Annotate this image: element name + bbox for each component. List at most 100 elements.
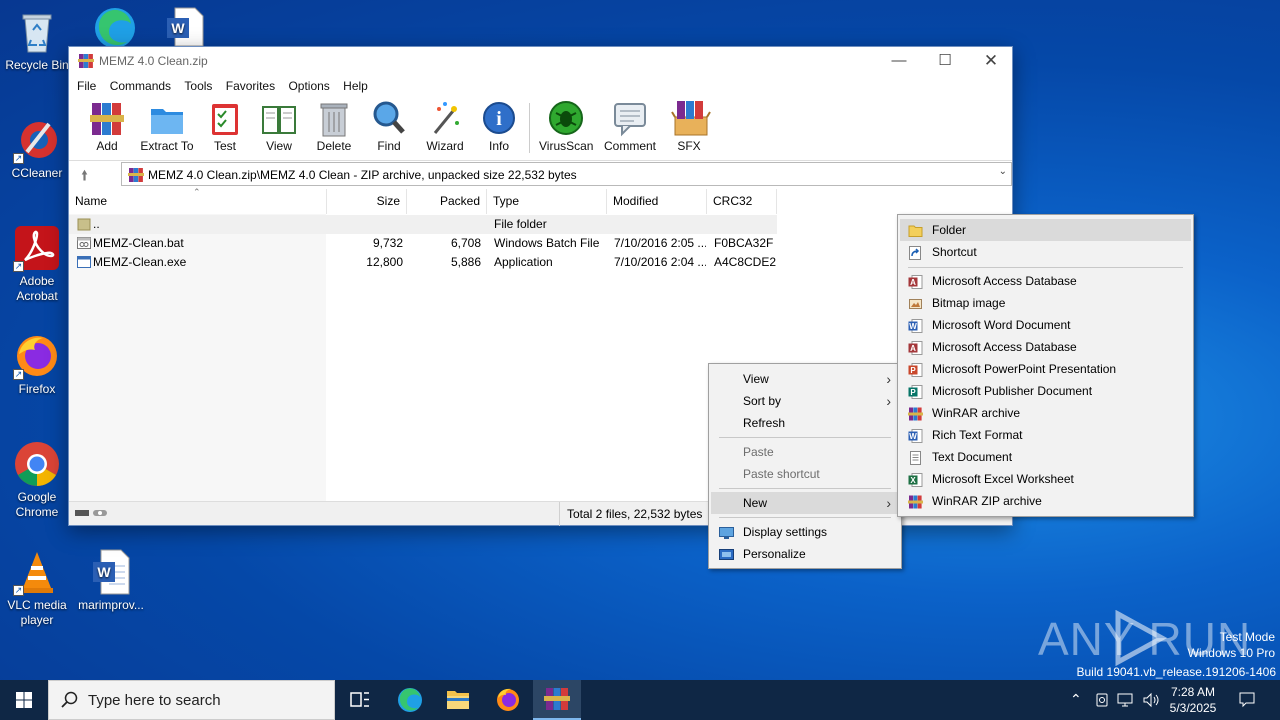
svg-text:W: W [909, 432, 917, 441]
menu-item-new-powerpoint[interactable]: P Microsoft PowerPoint Presentation [900, 358, 1191, 380]
desktop-icon-recycle-bin[interactable]: Recycle Bin [0, 8, 74, 73]
view-label: View [266, 139, 292, 153]
menu-item-new-rich-text[interactable]: W Rich Text Format [900, 424, 1191, 446]
drive-icon [75, 507, 111, 522]
wizard-button[interactable]: Wizard [423, 97, 467, 153]
menu-item-new-shortcut[interactable]: Shortcut [900, 241, 1191, 263]
taskbar-file-explorer[interactable] [434, 680, 482, 720]
table-row[interactable]: MEMZ-Clean.exe 12,800 5,886 Application … [69, 253, 777, 272]
maximize-button[interactable]: ☐ [922, 47, 968, 75]
file-packed: 6,708 [450, 236, 481, 250]
menu-item-paste[interactable]: Paste [711, 441, 899, 463]
minimize-button[interactable]: — [876, 47, 922, 75]
menu-item-paste-shortcut[interactable]: Paste shortcut [711, 463, 899, 485]
winrar-icon [908, 494, 923, 509]
publisher-icon: P [908, 384, 923, 399]
file-size: 9,732 [372, 236, 403, 250]
add-button[interactable]: Add [87, 97, 127, 153]
device-icon[interactable] [1094, 692, 1110, 720]
menu-item-new[interactable]: New › [711, 492, 899, 514]
menu-item-new-word-document[interactable]: W Microsoft Word Document [900, 314, 1191, 336]
menu-separator [719, 517, 891, 518]
start-button[interactable] [0, 680, 48, 720]
menu-item-new-access-database[interactable]: A Microsoft Access Database [900, 270, 1191, 292]
menu-options[interactable]: Options [283, 75, 334, 97]
column-header-packed[interactable]: Packed [407, 189, 487, 214]
column-header-size[interactable]: Size [327, 189, 407, 214]
menu-help[interactable]: Help [338, 75, 373, 97]
windows-logo-icon [16, 692, 32, 708]
menu-item-view[interactable]: View › [711, 368, 899, 390]
folder-icon [447, 691, 469, 709]
shortcut-arrow-icon: ↗ [13, 153, 24, 164]
test-button[interactable]: Test [207, 97, 243, 153]
title-bar[interactable]: MEMZ 4.0 Clean.zip — ☐ ✕ [69, 47, 1012, 75]
chevron-up-icon[interactable]: ⌃ [1070, 691, 1082, 720]
word-icon: W [908, 318, 923, 333]
find-button[interactable]: Find [369, 97, 409, 153]
add-label: Add [96, 139, 118, 153]
menu-item-new-folder[interactable]: Folder [900, 219, 1191, 241]
notification-icon[interactable] [1238, 691, 1256, 720]
close-button[interactable]: ✕ [968, 47, 1014, 75]
menu-item-sort-by[interactable]: Sort by › [711, 390, 899, 412]
up-arrow-icon[interactable]: 🠙 [81, 165, 88, 189]
menu-commands[interactable]: Commands [105, 75, 176, 97]
path-field[interactable]: MEMZ 4.0 Clean.zip\MEMZ 4.0 Clean - ZIP … [121, 162, 1012, 186]
menu-item-new-winrar-archive[interactable]: WinRAR archive [900, 402, 1191, 424]
desktop-icon-label: VLC media player [7, 598, 67, 627]
taskbar-firefox[interactable] [484, 680, 532, 720]
desktop-icon-label: marimprov... [78, 598, 144, 612]
access-icon: A [908, 274, 923, 289]
taskbar-winrar[interactable] [533, 680, 581, 720]
search-icon [61, 691, 79, 714]
view-button[interactable]: View [257, 97, 301, 153]
comment-button[interactable]: Comment [601, 97, 659, 153]
chevron-right-icon: › [886, 371, 891, 387]
extract-to-button[interactable]: Extract To [139, 97, 195, 153]
desktop-icon-google-chrome[interactable]: Google Chrome [0, 440, 74, 520]
column-header-type[interactable]: Type [487, 189, 607, 214]
ccleaner-icon: ↗ [13, 116, 61, 164]
chevron-down-icon[interactable]: ⌄ [999, 166, 1007, 177]
column-header-name[interactable]: Name ⌃ [69, 187, 327, 214]
menu-item-new-excel[interactable]: X Microsoft Excel Worksheet [900, 468, 1191, 490]
system-clock[interactable]: 7:28 AM 5/3/2025 [1158, 684, 1228, 716]
menu-item-new-winrar-zip[interactable]: WinRAR ZIP archive [900, 490, 1191, 512]
search-box[interactable]: Type here to search [48, 680, 335, 720]
personalize-icon [719, 547, 734, 561]
menu-item-new-bitmap[interactable]: Bitmap image [900, 292, 1191, 314]
desktop-icon-ccleaner[interactable]: ↗ CCleaner [0, 116, 74, 181]
menu-item-new-publisher[interactable]: P Microsoft Publisher Document [900, 380, 1191, 402]
menu-favorites[interactable]: Favorites [221, 75, 280, 97]
desktop-icon-firefox[interactable]: ↗ Firefox [0, 332, 74, 397]
table-row[interactable]: .. File folder [69, 215, 777, 234]
menu-label: WinRAR archive [932, 406, 1021, 420]
task-view-button[interactable] [336, 680, 384, 720]
menu-file[interactable]: File [72, 75, 101, 97]
table-row[interactable]: MEMZ-Clean.bat 9,732 6,708 Windows Batch… [69, 234, 777, 253]
batch-file-icon [77, 236, 91, 250]
menu-item-personalize[interactable]: Personalize [711, 543, 899, 565]
taskbar-edge[interactable] [386, 680, 434, 720]
menu-item-new-access-database-2[interactable]: A Microsoft Access Database [900, 336, 1191, 358]
desktop-icon-adobe-acrobat[interactable]: ↗ Adobe Acrobat [0, 224, 74, 304]
menu-tools[interactable]: Tools [179, 75, 217, 97]
virusscan-button[interactable]: VirusScan [539, 97, 593, 153]
menu-item-new-text-document[interactable]: Text Document [900, 446, 1191, 468]
svg-text:i: i [496, 108, 502, 130]
column-header-modified[interactable]: Modified [607, 189, 707, 214]
sfx-button[interactable]: SFX [669, 97, 711, 153]
column-header-crc32[interactable]: CRC32 [707, 189, 777, 214]
menu-item-display-settings[interactable]: Display settings [711, 521, 899, 543]
menu-item-refresh[interactable]: Refresh [711, 412, 899, 434]
desktop-icon-vlc[interactable]: ↗ VLC media player [0, 548, 74, 628]
info-button[interactable]: i Info [481, 97, 517, 153]
desktop-icon-label: Firefox [18, 382, 56, 396]
file-crc: F0BCA32F [714, 236, 774, 250]
delete-button[interactable]: Delete [315, 97, 353, 153]
desktop-icon-marimprov[interactable]: W marimprov... [74, 548, 148, 613]
file-size: 12,800 [366, 255, 403, 269]
file-type: File folder [494, 217, 547, 231]
network-icon[interactable] [1117, 692, 1135, 720]
